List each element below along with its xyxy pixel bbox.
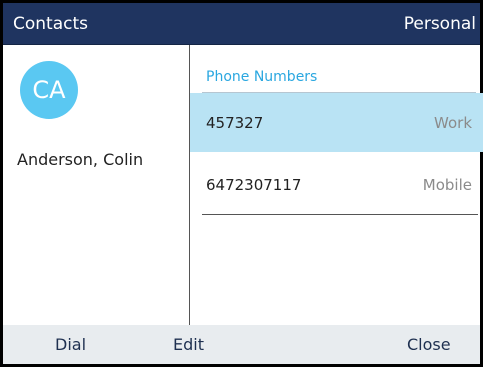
phone-type: Mobile bbox=[422, 175, 472, 194]
phone-numbers-heading: Phone Numbers bbox=[206, 69, 318, 85]
screen-title: Contacts bbox=[13, 14, 88, 34]
phone-type: Work bbox=[434, 113, 472, 132]
phone-row-work[interactable]: 457327 Work bbox=[190, 93, 483, 152]
contact-name: Anderson, Colin bbox=[17, 150, 144, 169]
edit-button[interactable]: Edit bbox=[173, 335, 204, 354]
dial-button[interactable]: Dial bbox=[55, 335, 86, 354]
phone-number: 6472307117 bbox=[206, 175, 302, 194]
close-button[interactable]: Close bbox=[407, 335, 451, 354]
avatar: CA bbox=[20, 61, 78, 119]
phone-screen: Contacts Personal CA Anderson, Colin Pho… bbox=[0, 0, 483, 367]
softkey-bar: Dial Edit Close bbox=[3, 325, 480, 364]
directory-label: Personal bbox=[403, 14, 476, 34]
contact-details-pane: Phone Numbers 457327 Work 6472307117 Mob… bbox=[190, 45, 483, 325]
phone-row-mobile[interactable]: 6472307117 Mobile bbox=[190, 155, 483, 214]
phone-number: 457327 bbox=[206, 113, 264, 132]
avatar-initials: CA bbox=[32, 76, 66, 104]
divider bbox=[202, 214, 478, 215]
contact-summary-pane: CA Anderson, Colin bbox=[3, 45, 190, 325]
title-bar: Contacts Personal bbox=[3, 3, 480, 45]
